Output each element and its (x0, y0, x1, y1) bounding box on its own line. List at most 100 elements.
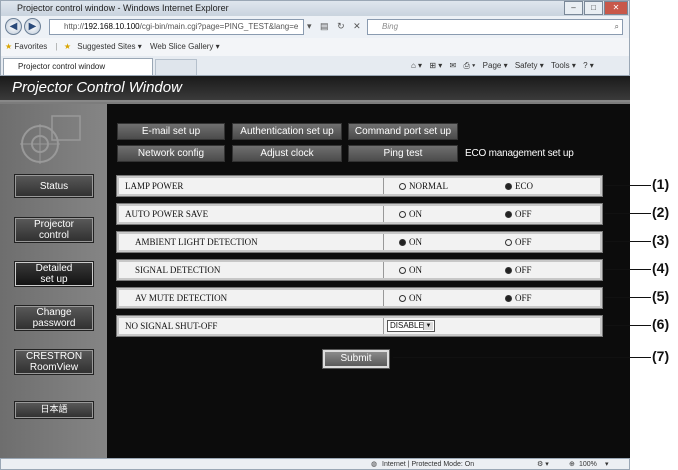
tab-label: Authentication set up (240, 126, 334, 137)
maximize-icon[interactable]: □ (584, 1, 603, 15)
tab-label: Ping test (383, 148, 423, 159)
sidebar-item-projector-control[interactable]: Projector control (14, 217, 94, 243)
compat-icon[interactable]: ▤ (320, 21, 329, 31)
tab-adjust-clock[interactable]: Adjust clock (232, 145, 342, 162)
sidebar-item-detailed-setup[interactable]: Detailed set up (14, 261, 94, 287)
forward-icon[interactable]: ▶ (24, 18, 41, 35)
minimize-icon[interactable]: – (564, 1, 583, 15)
setting-row-no-signal-shut-off: NO SIGNAL SHUT-OFF DISABLE ▼ (117, 316, 602, 336)
setting-row-av-mute-detection: AV MUTE DETECTION ON OFF (117, 288, 602, 308)
back-icon[interactable]: ◀ (5, 18, 22, 35)
sidebar-item-status[interactable]: Status (14, 174, 94, 198)
sidebar-item-japanese[interactable]: 日本語 (14, 401, 94, 419)
main-panel: E-mail set up Authentication set up Comm… (107, 104, 630, 458)
radio-ambient-off[interactable]: OFF (505, 237, 532, 247)
radio-icon (399, 183, 406, 191)
radio-icon (505, 239, 512, 247)
option-label: ON (409, 265, 422, 275)
sidebar-item-label: Projector control (33, 219, 74, 241)
tools-menu[interactable]: Tools ▾ (551, 61, 576, 70)
tab-email-setup[interactable]: E-mail set up (117, 123, 225, 140)
radio-av-mute-off[interactable]: OFF (505, 293, 532, 303)
sidebar-item-label: CRESTRON RoomView (25, 351, 83, 373)
url-prefix: http:// (64, 22, 85, 31)
feeds-icon[interactable]: ⊞ ▾ (429, 61, 442, 70)
window-title: Projector control window - Windows Inter… (17, 3, 229, 13)
web-slice-gallery-link[interactable]: Web Slice Gallery ▾ (150, 42, 220, 51)
select-value: DISABLE (390, 321, 424, 330)
radio-signal-off[interactable]: OFF (505, 265, 532, 275)
new-tab-button[interactable] (155, 59, 197, 75)
chevron-down-icon: ▼ (423, 322, 433, 330)
url-host: 192.168.10.100 (84, 22, 140, 31)
tab-authentication-setup[interactable]: Authentication set up (232, 123, 342, 140)
radio-av-mute-on[interactable]: ON (399, 293, 422, 303)
sidebar-item-change-password[interactable]: Change password (14, 305, 94, 331)
sidebar-item-label: Detailed set up (35, 263, 73, 285)
submit-label: Submit (340, 353, 372, 364)
stop-icon[interactable]: ✕ (353, 21, 361, 31)
callout-6: (6) (652, 316, 670, 332)
callout-line-4 (605, 269, 651, 270)
help-icon[interactable]: ? ▾ (583, 61, 594, 70)
sidebar-item-label: 日本語 (40, 404, 68, 415)
mail-icon[interactable]: ✉ (450, 61, 457, 70)
radio-signal-on[interactable]: ON (399, 265, 422, 275)
callout-line-5 (605, 297, 651, 298)
tab-network-config[interactable]: Network config (117, 145, 225, 162)
search-placeholder: Bing (382, 22, 399, 31)
tab-ping-test[interactable]: Ping test (348, 145, 458, 162)
search-input[interactable]: Bing ⌕ (367, 19, 623, 35)
globe-icon: ◍ (371, 461, 378, 468)
setting-label: SIGNAL DETECTION (135, 265, 221, 275)
tab-command-port-setup[interactable]: Command port set up (348, 123, 458, 140)
tab-row: Projector control window ⌂ ▾ ⊞ ▾ ✉ ⎙ ▾ P… (0, 56, 630, 76)
page-content: Projector Control Window Status Projecto… (0, 76, 630, 458)
sidebar-item-crestron-roomview[interactable]: CRESTRON RoomView (14, 349, 94, 375)
favorites-button[interactable]: Favorites (14, 42, 47, 51)
favorites-star-icon: ★ (5, 42, 13, 51)
setting-label: LAMP POWER (125, 181, 184, 191)
radio-auto-power-save-off[interactable]: OFF (505, 209, 532, 219)
setting-label: AV MUTE DETECTION (135, 293, 228, 303)
safety-menu[interactable]: Safety ▾ (515, 61, 544, 70)
radio-lamp-normal[interactable]: NORMAL (399, 181, 448, 191)
command-bar: ⌂ ▾ ⊞ ▾ ✉ ⎙ ▾ Page ▾ Safety ▾ Tools ▾ ? … (411, 60, 594, 72)
setting-row-lamp-power: LAMP POWER NORMAL ECO (117, 176, 602, 196)
home-icon[interactable]: ⌂ ▾ (411, 61, 422, 70)
zoom-dropdown-icon[interactable]: ▾ (605, 459, 609, 470)
setting-row-auto-power-save: AUTO POWER SAVE ON OFF (117, 204, 602, 224)
address-input[interactable]: http://192.168.10.100/cgi-bin/main.cgi?p… (49, 19, 304, 35)
setting-row-signal-detection: SIGNAL DETECTION ON OFF (117, 260, 602, 280)
radio-ambient-on[interactable]: ON (399, 237, 422, 247)
page-menu[interactable]: Page ▾ (483, 61, 508, 70)
search-icon[interactable]: ⌕ (615, 20, 619, 34)
zoom-level[interactable]: 100% (579, 459, 597, 470)
zoom-icon[interactable]: ⊕ (569, 459, 575, 470)
refresh-icon[interactable]: ↻ (337, 21, 345, 31)
radio-icon (399, 295, 406, 303)
protected-mode-icon[interactable]: ⚙ ▾ (537, 459, 549, 470)
callout-1: (1) (652, 176, 670, 192)
no-signal-shut-off-select[interactable]: DISABLE ▼ (387, 320, 435, 332)
radio-auto-power-save-on[interactable]: ON (399, 209, 422, 219)
browser-tab[interactable]: Projector control window (3, 58, 153, 75)
row-divider (383, 234, 384, 250)
option-label: OFF (515, 265, 532, 275)
row-divider (383, 318, 384, 334)
radio-lamp-eco[interactable]: ECO (505, 181, 533, 191)
window-controls: – □ ✕ (564, 1, 628, 15)
option-label: ON (409, 293, 422, 303)
print-icon[interactable]: ⎙ ▾ (463, 61, 475, 70)
add-favorite-icon[interactable]: ★ (64, 42, 71, 51)
row-divider (383, 262, 384, 278)
option-label: ECO (515, 181, 533, 191)
callout-line-6 (605, 325, 651, 326)
browser-status-bar: ◍ Internet | Protected Mode: On ⚙ ▾ ⊕ 10… (0, 458, 630, 470)
row-divider (383, 206, 384, 222)
close-icon[interactable]: ✕ (604, 1, 628, 15)
submit-button[interactable]: Submit (323, 350, 389, 368)
dropdown-icon[interactable]: ▾ (307, 21, 312, 31)
suggested-sites-link[interactable]: Suggested Sites ▾ (77, 42, 142, 51)
favorites-bar: ★ Favorites | ★ Suggested Sites ▾ Web Sl… (0, 38, 630, 56)
